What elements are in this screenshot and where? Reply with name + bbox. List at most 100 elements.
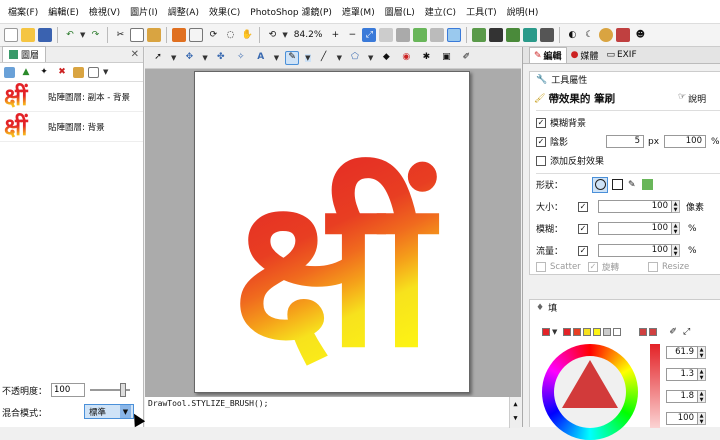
- redo-icon[interactable]: ↷: [88, 28, 102, 42]
- moon-icon[interactable]: ☾: [582, 28, 596, 42]
- cut-icon[interactable]: ✂: [113, 28, 127, 42]
- brush-dropdown-icon[interactable]: ▼: [305, 53, 311, 62]
- eraser-icon[interactable]: ▣: [439, 51, 453, 65]
- move-dropdown-icon[interactable]: ▼: [202, 54, 207, 62]
- paste-icon[interactable]: [147, 28, 162, 42]
- color-swatch[interactable]: [583, 328, 592, 336]
- alpha-spinner[interactable]: ▲ ▼: [698, 412, 706, 425]
- blur-spinner[interactable]: ▲ ▼: [672, 222, 680, 235]
- person-icon[interactable]: ☻: [633, 28, 647, 42]
- script-console[interactable]: DrawTool.STYLIZE_BRUSH(); ▲ ▼: [145, 396, 521, 428]
- tab-media[interactable]: ● 媒體: [567, 47, 603, 63]
- menu-item[interactable]: PhotoShop 濾鏡(P): [245, 5, 337, 18]
- eyedropper-icon[interactable]: ✐: [669, 327, 677, 337]
- color-swatch[interactable]: [542, 328, 550, 336]
- fill-tool-icon[interactable]: ◆: [379, 51, 393, 65]
- save-icon[interactable]: [38, 28, 52, 42]
- menu-item[interactable]: 圖片(I): [125, 5, 163, 18]
- resize-icon[interactable]: [189, 28, 204, 42]
- shape-dropdown-icon[interactable]: ▼: [368, 54, 373, 62]
- grid-icon[interactable]: [489, 28, 504, 42]
- lightness-input[interactable]: 1.8: [666, 390, 698, 403]
- new-file-icon[interactable]: [4, 28, 18, 42]
- image-canvas[interactable]: क्षीं: [194, 71, 470, 393]
- color-swatch[interactable]: [593, 328, 602, 336]
- copy-icon[interactable]: [130, 28, 145, 42]
- layer-tool-icon[interactable]: [430, 28, 445, 42]
- layer-dropdown-icon[interactable]: ▼: [103, 68, 108, 76]
- text-dropdown-icon[interactable]: ▼: [274, 54, 279, 62]
- menu-item[interactable]: 調整(A): [163, 5, 204, 18]
- saturation-spinner[interactable]: ▲ ▼: [698, 368, 706, 381]
- zoom-in-icon[interactable]: +: [328, 28, 342, 42]
- brush-tool-icon[interactable]: ✎: [285, 50, 300, 65]
- fit-window-icon[interactable]: ⤢: [362, 28, 377, 42]
- red-eye-icon[interactable]: ◉: [399, 51, 413, 65]
- open-folder-icon[interactable]: [21, 28, 35, 42]
- text-tool-icon[interactable]: A: [254, 51, 268, 65]
- menu-item[interactable]: 編輯(E): [43, 5, 84, 18]
- layer-tool-icon[interactable]: [447, 28, 462, 42]
- color-swatch[interactable]: [573, 328, 582, 336]
- shadow-px-input[interactable]: 5: [606, 135, 644, 148]
- delete-layer-icon[interactable]: ✖: [55, 65, 69, 79]
- shape-tool-icon[interactable]: ⬠: [348, 51, 362, 65]
- line-dropdown-icon[interactable]: ▼: [337, 54, 342, 62]
- help-button[interactable]: ☞ 說明: [678, 92, 706, 105]
- color-icon[interactable]: [616, 28, 631, 42]
- menu-item[interactable]: 遮罩(M): [337, 5, 380, 18]
- saturation-input[interactable]: 1.3: [666, 368, 698, 381]
- dropper-icon[interactable]: ✐: [459, 51, 473, 65]
- flow-input[interactable]: 100: [598, 244, 672, 257]
- size-spinner[interactable]: ▲ ▼: [672, 200, 680, 213]
- stamp-icon[interactable]: ✱: [419, 51, 433, 65]
- script-scrollbar[interactable]: ▲ ▼: [509, 397, 521, 428]
- blend-mode-select[interactable]: 標準 ▼: [84, 404, 134, 419]
- blur-input[interactable]: 100: [598, 222, 672, 235]
- tree-icon[interactable]: ▲: [19, 65, 33, 79]
- color-swatch[interactable]: [639, 328, 648, 336]
- image-brush-icon[interactable]: [642, 179, 653, 190]
- shadow-checkbox[interactable]: ✓: [536, 136, 546, 147]
- select-arrow-icon[interactable]: ➚: [151, 51, 165, 65]
- move-layer-icon[interactable]: ✦: [37, 65, 51, 79]
- grid-icon[interactable]: [540, 28, 555, 42]
- color-swatch[interactable]: [649, 328, 658, 336]
- tab-edit[interactable]: ✎ 編輯: [529, 47, 567, 63]
- opacity-slider-thumb[interactable]: [120, 383, 126, 397]
- layer-tool-icon[interactable]: [396, 28, 411, 42]
- layer-grid-icon[interactable]: [4, 66, 15, 78]
- blur-bg-row[interactable]: ✓ 模糊背景: [536, 116, 586, 129]
- size-input[interactable]: 100: [598, 200, 672, 213]
- grid-icon[interactable]: [523, 28, 538, 42]
- crop-icon[interactable]: [172, 28, 187, 42]
- line-tool-icon[interactable]: ╱: [317, 51, 331, 65]
- color-swatch[interactable]: [613, 328, 622, 336]
- opacity-slider[interactable]: [90, 383, 130, 397]
- reflect-checkbox[interactable]: [536, 155, 546, 166]
- color-swatch[interactable]: [603, 328, 612, 336]
- undo-icon[interactable]: ↶: [63, 28, 77, 42]
- blur-bg-checkbox[interactable]: ✓: [536, 117, 546, 128]
- color-swatch[interactable]: [563, 328, 572, 336]
- swatch-dropdown-icon[interactable]: ▼: [552, 328, 557, 336]
- color-wheel[interactable]: [542, 344, 638, 440]
- tab-layers[interactable]: 圖層: [2, 46, 47, 62]
- shape-circle-button[interactable]: [592, 176, 608, 193]
- layer-item[interactable]: क्षीं 貼陣圖層: 副本 - 背景: [0, 82, 143, 112]
- square-icon[interactable]: [612, 179, 623, 190]
- rotate-checkbox[interactable]: ✓: [588, 262, 598, 272]
- hue-spinner[interactable]: ▲ ▼: [698, 346, 706, 359]
- blur-checkbox[interactable]: ✓: [578, 223, 588, 234]
- color-triangle[interactable]: [562, 360, 618, 408]
- swap-icon[interactable]: ⤢: [683, 327, 690, 337]
- shadow-pct-input[interactable]: 100: [664, 135, 706, 148]
- layer-image-icon[interactable]: [88, 66, 99, 78]
- zoom-icon[interactable]: ⟲: [265, 28, 279, 42]
- reflect-row[interactable]: 添加反射效果: [536, 154, 604, 167]
- resize-checkbox[interactable]: [648, 262, 658, 272]
- menu-item[interactable]: 檔案(F): [3, 5, 43, 18]
- layer-item[interactable]: क्षीं 貼陣圖層: 背景: [0, 112, 143, 142]
- pen-icon[interactable]: ✎: [628, 180, 636, 190]
- layer-tool-icon[interactable]: [379, 28, 394, 42]
